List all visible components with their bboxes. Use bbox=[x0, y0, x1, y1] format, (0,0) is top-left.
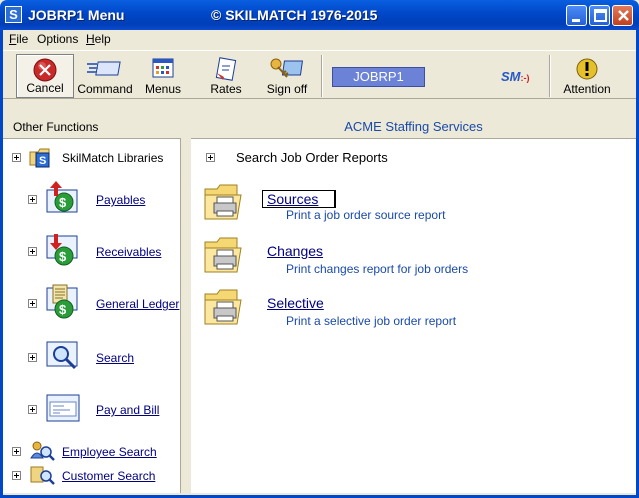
command-icon bbox=[87, 61, 121, 76]
skilmatch-logo: SM:-) bbox=[501, 69, 530, 84]
minimize-button[interactable] bbox=[566, 5, 587, 26]
svg-text:S: S bbox=[39, 155, 46, 167]
menus-button[interactable]: Menus bbox=[134, 54, 192, 98]
group-title: Search Job Order Reports bbox=[236, 150, 388, 165]
logo-mark: :-) bbox=[520, 73, 530, 83]
menus-icon bbox=[152, 58, 174, 78]
expander-job-order-reports[interactable] bbox=[206, 153, 215, 162]
attention-label: Attention bbox=[563, 82, 611, 96]
printer-folder-icon bbox=[204, 289, 242, 325]
svg-text:$: $ bbox=[59, 249, 67, 264]
toolbar: Cancel Command Menus Rates Sign off JOBR… bbox=[3, 50, 636, 99]
sources-report-desc: Print a job order source report bbox=[286, 208, 446, 222]
expander-payables[interactable] bbox=[28, 195, 37, 204]
job-id-display: JOBRP1 bbox=[332, 67, 425, 87]
minimize-icon bbox=[572, 19, 580, 22]
tree-item-search[interactable]: Search bbox=[96, 351, 134, 365]
expander-receivables[interactable] bbox=[28, 247, 37, 256]
money-up-icon: $ bbox=[46, 181, 78, 213]
expander-employee-search[interactable] bbox=[12, 447, 21, 456]
tree-item-pay-and-bill[interactable]: Pay and Bill bbox=[96, 403, 159, 417]
command-button[interactable]: Command bbox=[76, 54, 134, 98]
menus-label: Menus bbox=[144, 82, 182, 96]
expander-libraries[interactable] bbox=[12, 153, 21, 162]
logo-text: SM bbox=[501, 69, 521, 84]
tree-item-payables[interactable]: Payables bbox=[96, 193, 145, 207]
window-title: JOBRP1 Menu bbox=[28, 7, 125, 23]
customer-search-icon bbox=[30, 466, 55, 485]
selective-report-link[interactable]: Selective bbox=[267, 295, 324, 311]
menu-bar: File Options Help bbox=[3, 30, 636, 48]
signoff-button[interactable]: Sign off bbox=[258, 54, 316, 98]
menu-help[interactable]: Help bbox=[86, 32, 111, 46]
tree-item-employee-search[interactable]: Employee Search bbox=[62, 445, 157, 459]
tree-item-customer-search[interactable]: Customer Search bbox=[62, 469, 155, 483]
printer-folder-icon bbox=[204, 184, 242, 220]
paybill-icon bbox=[46, 394, 80, 422]
cancel-icon bbox=[33, 58, 57, 82]
attention-icon bbox=[576, 58, 598, 80]
changes-report-desc: Print changes report for job orders bbox=[286, 262, 469, 276]
title-bar: S JOBRP1 Menu © SKILMATCH 1976-2015 bbox=[0, 0, 639, 30]
maximize-button[interactable] bbox=[589, 5, 610, 26]
expander-search[interactable] bbox=[28, 353, 37, 362]
tree-item-receivables[interactable]: Receivables bbox=[96, 245, 161, 259]
toolbar-separator bbox=[321, 55, 323, 97]
close-button[interactable] bbox=[612, 5, 633, 26]
signoff-icon bbox=[270, 58, 304, 78]
selective-report-desc: Print a selective job order report bbox=[286, 314, 457, 328]
ledger-icon: $ bbox=[46, 284, 78, 319]
app-icon[interactable]: S bbox=[5, 6, 22, 23]
toolbar-separator bbox=[549, 55, 551, 97]
cancel-button[interactable]: Cancel bbox=[16, 54, 74, 98]
money-down-icon: $ bbox=[46, 234, 78, 266]
expander-paybill[interactable] bbox=[28, 405, 37, 414]
svg-text:$: $ bbox=[59, 302, 67, 317]
attention-button[interactable]: Attention bbox=[554, 54, 620, 98]
changes-report-link[interactable]: Changes bbox=[267, 243, 323, 259]
magnifier-icon bbox=[46, 341, 78, 370]
expander-customer-search[interactable] bbox=[12, 471, 21, 480]
rates-label: Rates bbox=[210, 82, 242, 96]
right-panel bbox=[191, 115, 636, 493]
rates-button[interactable]: Rates bbox=[197, 54, 255, 98]
library-folder-icon: S bbox=[29, 148, 50, 168]
panel-splitter[interactable] bbox=[181, 115, 191, 493]
people-search-icon bbox=[30, 441, 55, 461]
svg-text:$: $ bbox=[59, 195, 67, 210]
expander-ledger[interactable] bbox=[28, 299, 37, 308]
menu-options[interactable]: Options bbox=[37, 32, 78, 46]
close-icon bbox=[618, 10, 629, 21]
rates-icon bbox=[215, 57, 237, 81]
command-label: Command bbox=[77, 82, 133, 96]
company-header: ACME Staffing Services bbox=[191, 115, 636, 139]
menu-file[interactable]: File bbox=[9, 32, 28, 46]
tree-item-general-ledger[interactable]: General Ledger bbox=[96, 297, 179, 311]
sources-report-link[interactable]: Sources bbox=[262, 190, 337, 208]
copyright-text: © SKILMATCH 1976-2015 bbox=[211, 7, 378, 23]
signoff-label: Sign off bbox=[266, 82, 308, 96]
cancel-label: Cancel bbox=[26, 81, 64, 95]
maximize-icon bbox=[594, 9, 607, 22]
left-panel-header: Other Functions bbox=[3, 115, 181, 139]
tree-item-libraries[interactable]: SkilMatch Libraries bbox=[62, 151, 163, 165]
printer-folder-icon bbox=[204, 237, 242, 273]
